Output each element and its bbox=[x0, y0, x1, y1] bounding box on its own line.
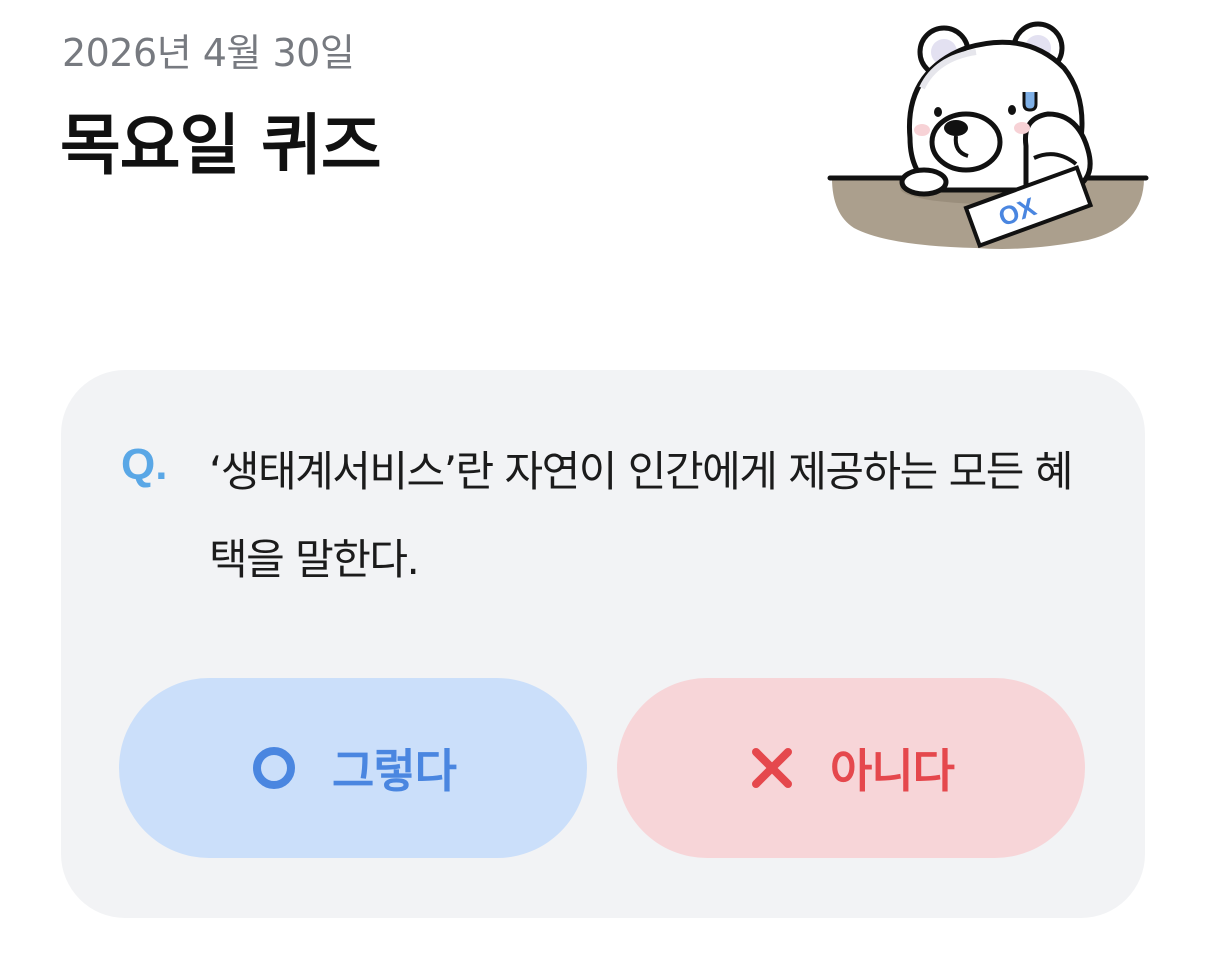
quiz-date: 2026년 4월 30일 bbox=[62, 31, 355, 75]
answer-yes-button[interactable]: 그렇다 bbox=[119, 678, 587, 858]
quiz-page: 2026년 4월 30일 목요일 퀴즈 OX Q. ‘생태계서비스’란 자연이 … bbox=[0, 0, 1206, 965]
question-text: ‘생태계서비스’란 자연이 인간에게 제공하는 모든 혜택을 말한다. bbox=[209, 447, 1073, 584]
answer-no-label: 아니다 bbox=[830, 744, 955, 798]
quiz-card: Q. ‘생태계서비스’란 자연이 인간에게 제공하는 모든 혜택을 말한다. 그… bbox=[61, 370, 1145, 918]
polar-bear-mascot-icon: OX bbox=[827, 21, 1149, 249]
page-title: 목요일 퀴즈 bbox=[60, 107, 382, 184]
circle-o-icon bbox=[250, 744, 298, 792]
answer-yes-label: 그렇다 bbox=[332, 744, 457, 798]
cross-x-icon bbox=[748, 744, 796, 792]
question-marker: Q. bbox=[121, 440, 168, 489]
answer-no-button[interactable]: 아니다 bbox=[617, 678, 1085, 858]
